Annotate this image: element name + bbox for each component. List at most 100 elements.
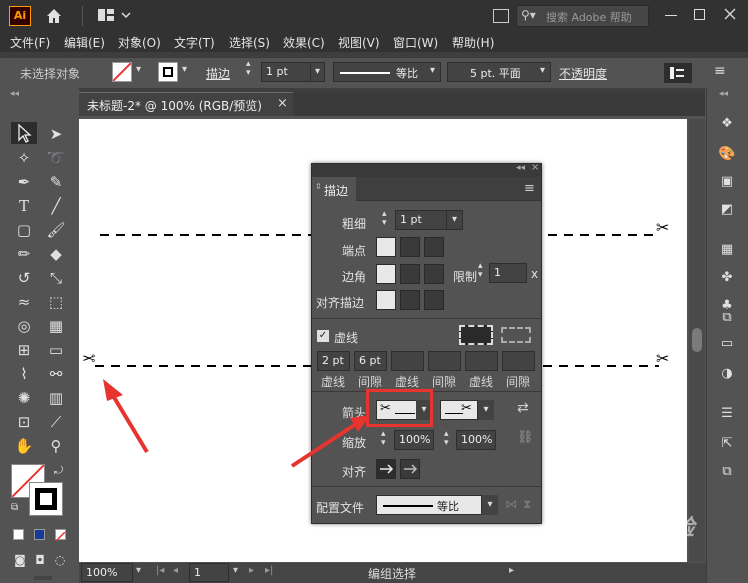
menu-window[interactable]: 窗口(W) <box>393 34 438 51</box>
default-colors-icon[interactable]: ⧉ <box>11 502 18 513</box>
rotate-tool[interactable]: ↺ <box>14 268 34 288</box>
stroke-label[interactable]: 描边 <box>206 65 230 82</box>
gradient-panel-icon[interactable]: ◩ <box>717 200 737 220</box>
round-join-button[interactable] <box>400 264 420 284</box>
width-tool[interactable]: ≈ <box>14 292 34 312</box>
gradient-tool[interactable]: ▭ <box>46 340 66 360</box>
flip-along-icon[interactable]: ⋈ <box>505 497 517 511</box>
selection-tool[interactable] <box>11 122 37 144</box>
round-cap-button[interactable] <box>400 237 420 257</box>
stepper-icon[interactable]: ▴ ▾ <box>382 210 387 228</box>
menu-view[interactable]: 视图(V) <box>338 34 380 51</box>
menu-file[interactable]: 文件(F) <box>10 34 50 51</box>
chevron-down-icon[interactable]: ▾ <box>233 565 238 576</box>
rectangle-tool[interactable]: ▢ <box>14 220 34 240</box>
eraser-tool[interactable]: ◆ <box>46 244 66 264</box>
draw-normal-icon[interactable]: ◙ <box>10 550 30 570</box>
menu-help[interactable]: 帮助(H) <box>452 34 494 51</box>
close-tab-icon[interactable]: × <box>277 96 288 111</box>
stroke-weight-field[interactable]: 1 pt <box>261 62 311 82</box>
miter-join-button[interactable] <box>376 264 396 284</box>
end-scale-field[interactable]: 100% <box>456 430 496 450</box>
artboard-number-field[interactable]: 1 <box>189 563 229 582</box>
dash-3-field[interactable] <box>465 351 498 371</box>
minimize-button[interactable] <box>665 15 677 16</box>
status-menu-icon[interactable]: ▸ <box>509 565 514 576</box>
scale-tool[interactable]: ⤡ <box>46 268 66 288</box>
profile-dropdown[interactable]: 等比 <box>376 495 482 515</box>
chevron-down-icon[interactable]: ▾ <box>136 64 141 75</box>
draw-behind-icon[interactable]: ◘ <box>30 550 50 570</box>
stroke-swatch[interactable] <box>158 62 178 82</box>
align-panel-icon[interactable]: ▭ <box>717 334 737 354</box>
lasso-tool[interactable]: ➰ <box>46 148 66 168</box>
close-panel-icon[interactable]: × <box>531 162 539 173</box>
arrange-documents-icon[interactable] <box>98 8 132 24</box>
color-panel-icon[interactable]: 🎨 <box>717 144 737 164</box>
collapse-icon[interactable]: ◂◂ <box>10 89 19 99</box>
last-artboard-icon[interactable]: ▸| <box>265 565 273 576</box>
swap-icon[interactable]: ⤾ <box>54 464 63 478</box>
chevron-down-icon[interactable]: ▾ <box>136 565 141 576</box>
slice-tool[interactable]: ⟋ <box>46 412 66 432</box>
export-icon[interactable]: ⇱ <box>717 434 737 454</box>
chevron-down-icon[interactable]: ▾ <box>182 64 187 75</box>
brushes-icon[interactable]: ✤ <box>717 268 737 288</box>
profile-chevron[interactable]: ▾ <box>482 495 498 515</box>
end-arrowhead-chevron[interactable]: ▾ <box>478 400 494 420</box>
column-graph-tool[interactable]: ▥ <box>46 388 66 408</box>
stroke-color-swatch[interactable] <box>29 482 63 516</box>
paintbrush-tool[interactable]: 🖌 <box>46 220 66 240</box>
menu-effect[interactable]: 效果(C) <box>283 34 325 51</box>
menu-edit[interactable]: 编辑(E) <box>64 34 105 51</box>
layers-icon[interactable]: ⧉ <box>717 462 737 482</box>
document-tab[interactable]: 未标题-2* @ 100% (RGB/预览) × <box>79 92 293 116</box>
preserve-dash-button[interactable] <box>459 325 493 345</box>
gap-3-field[interactable] <box>502 351 535 371</box>
align-dash-button[interactable] <box>501 327 531 343</box>
arrow-place-button[interactable] <box>400 459 420 479</box>
dashed-line-checkbox[interactable]: ✓ <box>317 330 329 342</box>
variable-width-profile[interactable]: 等比 ▾ <box>333 62 441 82</box>
opacity-label[interactable]: 不透明度 <box>559 65 607 82</box>
line-tool[interactable]: ╱ <box>46 196 66 216</box>
gap-1-field[interactable]: 6 pt <box>354 351 387 371</box>
stepper-icon[interactable]: ▴ ▾ <box>381 430 386 448</box>
shape-builder-tool[interactable]: ◎ <box>14 316 34 336</box>
search-box[interactable]: ⚲▾ 搜索 Adobe 帮助 <box>516 5 649 27</box>
expand-icon[interactable]: ◂◂ <box>719 89 728 99</box>
start-scale-field[interactable]: 100% <box>394 430 434 450</box>
home-icon[interactable] <box>44 6 64 26</box>
zoom-field[interactable]: 100% <box>81 563 133 582</box>
menu-icon[interactable]: ≡ <box>714 63 726 79</box>
gap-2-field[interactable] <box>428 351 461 371</box>
bevel-join-button[interactable] <box>424 264 444 284</box>
panel-menu-icon[interactable]: ≡ <box>524 181 535 196</box>
next-artboard-icon[interactable]: ▸ <box>249 565 254 576</box>
flip-across-icon[interactable]: ⧗ <box>523 497 531 512</box>
close-button[interactable] <box>722 6 738 22</box>
stepper-icon[interactable]: ▴ ▾ <box>444 430 449 448</box>
dash-2-field[interactable] <box>391 351 424 371</box>
brush-definition[interactable]: 5 pt. 平面 ▾ <box>447 62 551 82</box>
weight-field[interactable]: 1 pt <box>395 210 447 230</box>
pen-tool[interactable]: ✒ <box>14 172 34 192</box>
blend-tool[interactable]: ⚯ <box>46 364 66 384</box>
color-guide-icon[interactable]: ▣ <box>717 172 737 192</box>
pathfinder-icon[interactable]: ⧉ <box>717 308 737 328</box>
mesh-tool[interactable]: ⊞ <box>14 340 34 360</box>
collapse-panel-icon[interactable]: ◂◂ <box>516 163 525 173</box>
perspective-grid-tool[interactable]: ▦ <box>46 316 66 336</box>
draw-inside-icon[interactable]: ◌ <box>50 550 70 570</box>
pencil-tool[interactable]: ✏ <box>14 244 34 264</box>
magic-wand-tool[interactable]: ✧ <box>14 148 34 168</box>
color-mode-icon[interactable] <box>13 529 24 540</box>
butt-cap-button[interactable] <box>376 237 396 257</box>
end-arrowhead-dropdown[interactable]: ✂ <box>440 400 478 420</box>
eyedropper-tool[interactable]: ⌇ <box>14 364 34 384</box>
zoom-tool[interactable]: ⚲ <box>46 436 66 456</box>
limit-field[interactable]: 1 <box>489 263 527 283</box>
free-transform-tool[interactable]: ⬚ <box>46 292 66 312</box>
hand-tool[interactable]: ✋ <box>14 436 34 456</box>
workspace-icon[interactable] <box>493 9 509 23</box>
